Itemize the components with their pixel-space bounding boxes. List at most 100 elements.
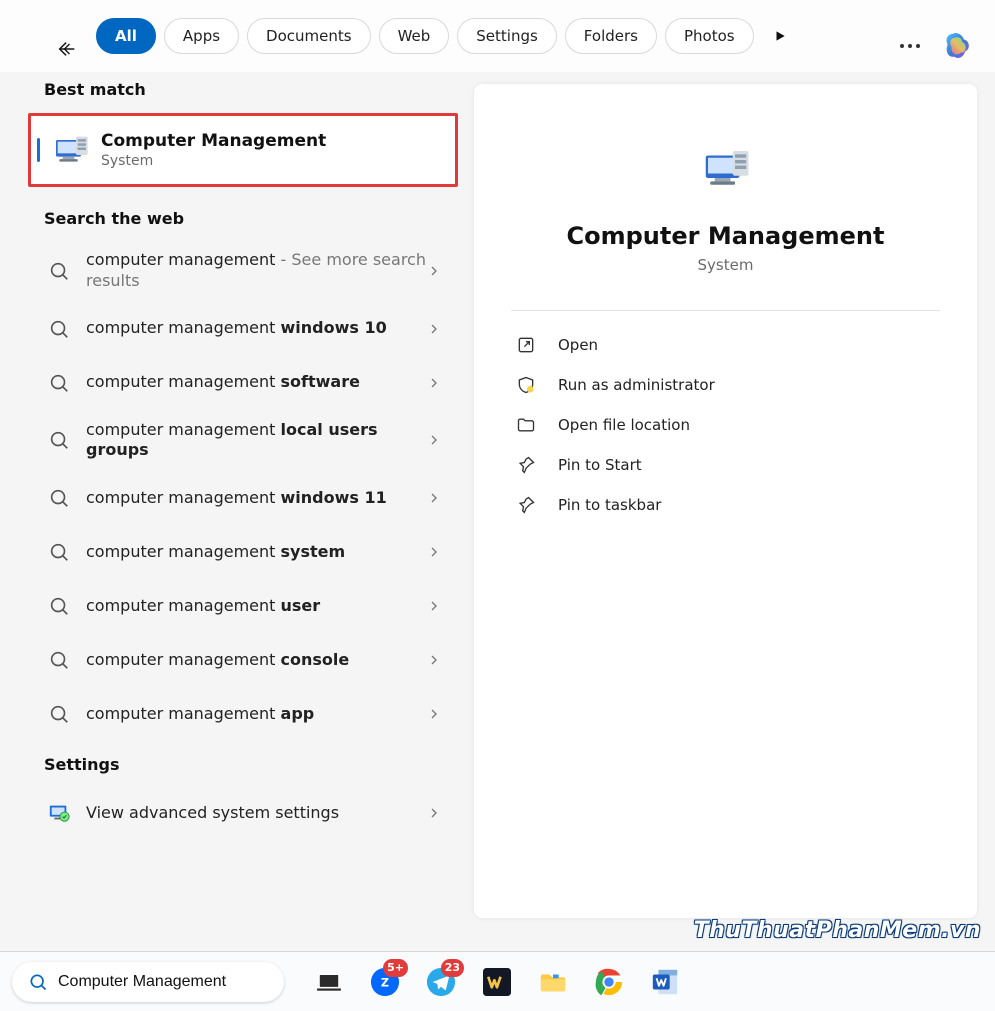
action-label: Run as administrator bbox=[558, 376, 715, 394]
shield-icon bbox=[516, 375, 536, 395]
search-filter-bar: All Apps Documents Web Settings Folders … bbox=[0, 0, 995, 72]
settings-result[interactable]: View advanced system settings bbox=[0, 786, 470, 840]
section-best-match: Best match bbox=[0, 72, 470, 111]
chevron-right-icon bbox=[426, 432, 442, 448]
ellipsis-icon bbox=[900, 44, 904, 48]
web-result-text: computer management app bbox=[86, 704, 426, 725]
filter-apps[interactable]: Apps bbox=[164, 18, 239, 54]
chrome-icon bbox=[594, 967, 624, 997]
filter-web[interactable]: Web bbox=[379, 18, 450, 54]
web-result-text: computer management software bbox=[86, 372, 426, 393]
web-result-text: computer management console bbox=[86, 650, 426, 671]
pin-icon bbox=[516, 455, 536, 475]
filter-photos[interactable]: Photos bbox=[665, 18, 754, 54]
chevron-right-icon bbox=[426, 598, 442, 614]
chevron-right-icon bbox=[426, 321, 442, 337]
detail-title: Computer Management bbox=[567, 222, 885, 250]
action-open-location[interactable]: Open file location bbox=[492, 405, 959, 445]
folder-icon bbox=[538, 967, 568, 997]
folder-icon bbox=[516, 415, 536, 435]
web-result[interactable]: computer management app bbox=[0, 687, 470, 741]
section-settings: Settings bbox=[0, 741, 470, 786]
chevron-right-icon bbox=[426, 375, 442, 391]
taskview-icon bbox=[316, 969, 342, 995]
chevron-right-icon bbox=[426, 652, 442, 668]
action-open[interactable]: Open bbox=[492, 325, 959, 365]
web-result[interactable]: computer management windows 11 bbox=[0, 471, 470, 525]
copilot-icon[interactable] bbox=[941, 30, 973, 62]
chevron-right-icon bbox=[426, 805, 442, 821]
w-icon bbox=[483, 968, 511, 996]
chevron-right-icon bbox=[426, 263, 442, 279]
action-run-admin[interactable]: Run as administrator bbox=[492, 365, 959, 405]
taskbar: Z 5+ 23 bbox=[0, 951, 995, 1011]
web-result[interactable]: computer management console bbox=[0, 633, 470, 687]
pin-icon bbox=[516, 495, 536, 515]
filter-all[interactable]: All bbox=[96, 18, 156, 54]
best-match-item[interactable]: Computer Management System bbox=[28, 113, 458, 187]
best-match-title: Computer Management bbox=[101, 131, 326, 151]
taskbar-apps: Z 5+ 23 bbox=[312, 965, 682, 999]
web-result[interactable]: computer management system bbox=[0, 525, 470, 579]
taskbar-zalo[interactable]: Z 5+ bbox=[368, 965, 402, 999]
web-result-text: computer management - See more search re… bbox=[86, 250, 426, 292]
results-list: Best match Computer Management System bbox=[0, 72, 470, 934]
search-icon bbox=[48, 703, 70, 725]
filter-pills: All Apps Documents Web Settings Folders … bbox=[96, 18, 790, 54]
open-icon bbox=[516, 335, 536, 355]
search-icon bbox=[48, 260, 70, 282]
taskbar-taskview[interactable] bbox=[312, 965, 346, 999]
chevron-right-icon bbox=[426, 706, 442, 722]
web-result[interactable]: computer management user bbox=[0, 579, 470, 633]
detail-pane: Computer Management System Open Run as a… bbox=[474, 84, 977, 918]
web-result[interactable]: computer management windows 10 bbox=[0, 302, 470, 356]
web-result-text: computer management system bbox=[86, 542, 426, 563]
section-search-web: Search the web bbox=[0, 201, 470, 240]
taskbar-explorer[interactable] bbox=[536, 965, 570, 999]
web-result[interactable]: computer management - See more search re… bbox=[0, 240, 470, 302]
filter-documents[interactable]: Documents bbox=[247, 18, 371, 54]
search-icon bbox=[28, 972, 48, 992]
web-result-text: computer management user bbox=[86, 596, 426, 617]
action-label: Pin to Start bbox=[558, 456, 642, 474]
filter-settings[interactable]: Settings bbox=[457, 18, 557, 54]
action-label: Pin to taskbar bbox=[558, 496, 661, 514]
web-result-text: computer management local users groups bbox=[86, 420, 426, 462]
chevron-right-icon bbox=[426, 544, 442, 560]
chevron-right-icon bbox=[426, 490, 442, 506]
detail-subtitle: System bbox=[698, 256, 754, 274]
taskbar-search-input[interactable] bbox=[58, 973, 268, 991]
search-icon bbox=[48, 429, 70, 451]
web-result-text: computer management windows 11 bbox=[86, 488, 426, 509]
options-button[interactable] bbox=[897, 33, 923, 59]
taskbar-chrome[interactable] bbox=[592, 965, 626, 999]
monitor-settings-icon bbox=[48, 802, 70, 824]
action-pin-start[interactable]: Pin to Start bbox=[492, 445, 959, 485]
computer-management-icon bbox=[699, 142, 753, 196]
action-label: Open bbox=[558, 336, 598, 354]
web-result[interactable]: computer management software bbox=[0, 356, 470, 410]
badge: 23 bbox=[441, 959, 464, 977]
more-filters-button[interactable] bbox=[770, 26, 790, 46]
taskbar-search[interactable] bbox=[12, 962, 284, 1002]
web-result-text: computer management windows 10 bbox=[86, 318, 426, 339]
windows-search-panel: All Apps Documents Web Settings Folders … bbox=[0, 0, 995, 1011]
search-icon bbox=[48, 649, 70, 671]
search-icon bbox=[48, 595, 70, 617]
action-pin-taskbar[interactable]: Pin to taskbar bbox=[492, 485, 959, 525]
taskbar-word[interactable] bbox=[648, 965, 682, 999]
back-button[interactable] bbox=[54, 36, 80, 62]
taskbar-telegram[interactable]: 23 bbox=[424, 965, 458, 999]
action-label: Open file location bbox=[558, 416, 690, 434]
search-icon bbox=[48, 541, 70, 563]
svg-text:Z: Z bbox=[381, 976, 389, 989]
badge: 5+ bbox=[383, 959, 408, 977]
best-match-subtitle: System bbox=[101, 153, 326, 169]
search-icon bbox=[48, 372, 70, 394]
taskbar-app-w[interactable] bbox=[480, 965, 514, 999]
web-result[interactable]: computer management local users groups bbox=[0, 410, 470, 472]
divider bbox=[511, 310, 941, 311]
filter-folders[interactable]: Folders bbox=[565, 18, 657, 54]
search-results-area: Best match Computer Management System bbox=[0, 72, 995, 934]
computer-management-icon bbox=[51, 130, 91, 170]
